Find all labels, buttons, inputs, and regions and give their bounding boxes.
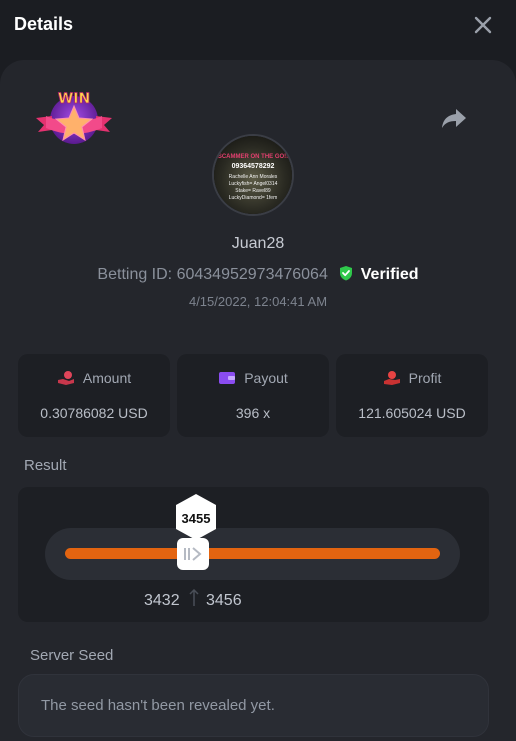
badge-text: WIN <box>58 91 90 107</box>
header-bar: Details <box>0 0 516 58</box>
payout-card: Payout 396 x <box>177 354 329 437</box>
betting-id-row: Betting ID: 60434952973476064 Verified <box>0 265 516 284</box>
profit-card: Profit 121.605024 USD <box>336 354 488 437</box>
betting-id-label: Betting ID: <box>97 266 173 283</box>
win-badge-icon: WIN <box>36 91 112 144</box>
close-icon[interactable] <box>472 14 494 36</box>
amount-value: 0.30786082 USD <box>40 405 148 421</box>
avatar-text-6: LuckyDiamond= 1fem <box>228 195 278 201</box>
result-slider-track <box>45 528 460 580</box>
share-icon[interactable] <box>440 106 468 130</box>
result-value: 3455 <box>181 511 211 526</box>
payout-value: 396 x <box>235 405 271 421</box>
slider-handle-icon <box>184 547 202 561</box>
amount-label: Amount <box>82 370 132 386</box>
wallet-icon <box>219 372 236 384</box>
avatar-text-1: SCAMMER ON THE GO!! <box>217 154 289 160</box>
coin-hand-icon <box>57 371 74 385</box>
money-hand-icon <box>383 371 400 385</box>
range-high: 3456 <box>206 592 242 609</box>
page-title: Details <box>14 14 74 34</box>
avatar-text-5: Stake= Ravel89 <box>235 188 271 194</box>
avatar-text-2: 09364578292 <box>231 163 275 170</box>
verified-label: Verified <box>360 266 419 283</box>
betting-id-value: 60434952973476064 <box>176 266 328 283</box>
username: Juan28 <box>231 235 285 252</box>
timestamp: 4/15/2022, 12:04:41 AM <box>188 294 328 309</box>
arrow-up-icon <box>189 589 199 606</box>
result-slider-fill <box>65 548 440 559</box>
payout-label: Payout <box>244 370 288 386</box>
profit-value: 121.605024 USD <box>358 405 466 421</box>
server-seed-text: The seed hasn't been revealed yet. <box>41 697 275 714</box>
shield-check-icon <box>340 266 353 281</box>
avatar: SCAMMER ON THE GO!! 09364578292 Rachelle… <box>212 134 294 216</box>
details-panel: WIN SCAMMER ON THE GO!! 09364578292 Rach… <box>0 60 516 741</box>
amount-card: Amount 0.30786082 USD <box>18 354 170 437</box>
server-seed-field[interactable]: The seed hasn't been revealed yet. <box>18 674 489 737</box>
result-box: 3455 3432 3456 <box>18 487 489 622</box>
server-seed-label: Server Seed <box>30 647 114 664</box>
result-label: Result <box>24 457 67 474</box>
profit-label: Profit <box>408 370 442 386</box>
slider-handle[interactable] <box>177 538 209 570</box>
avatar-text-3: Rachelle Ann Morales <box>228 174 278 180</box>
range-low: 3432 <box>144 592 180 609</box>
avatar-text-4: Luckyfish= Angel0314 <box>228 181 278 187</box>
